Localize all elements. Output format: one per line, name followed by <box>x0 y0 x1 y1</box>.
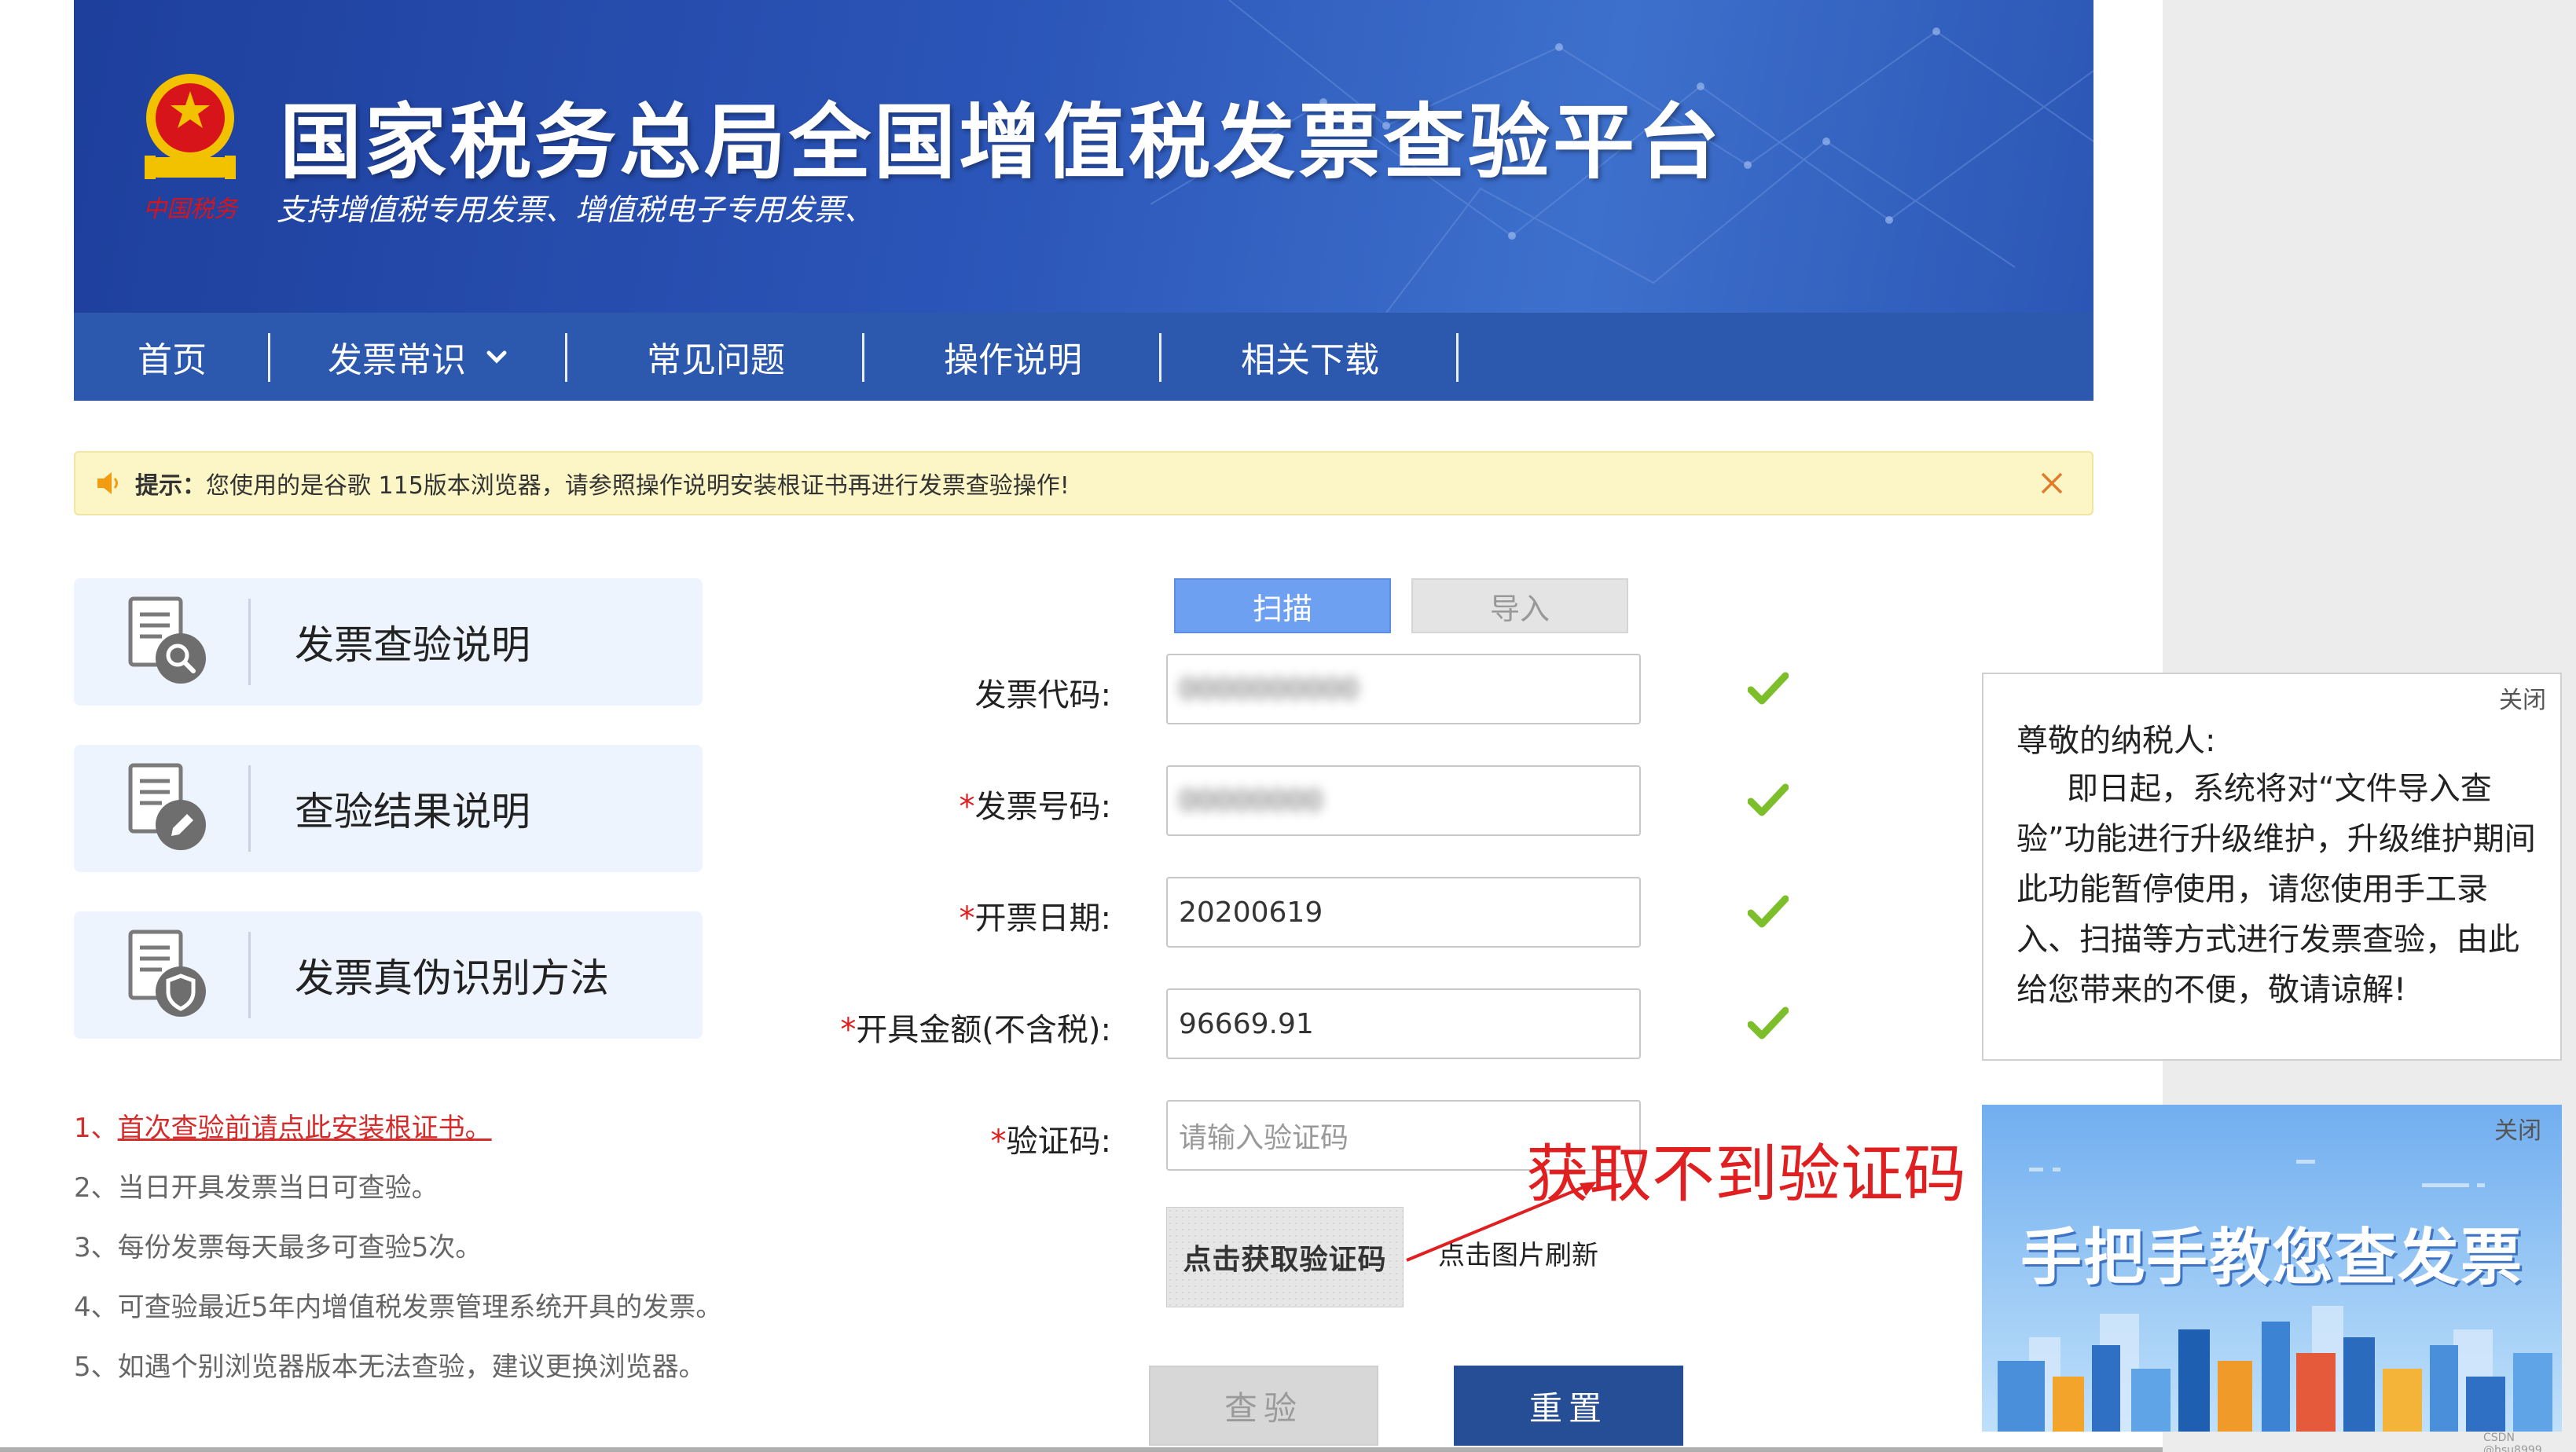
city-skyline-illustration <box>1998 1306 2552 1432</box>
notice-close-button[interactable]: 关闭 <box>2499 680 2546 715</box>
nav-item-label: 首页 <box>138 340 207 380</box>
nav-item-faq[interactable]: 常见问题 <box>567 313 864 401</box>
list-item: 5、如遇个别浏览器版本无法查验，建议更换浏览器。 <box>74 1351 706 1383</box>
notice-greeting: 尊敬的纳税人: <box>2016 723 2216 759</box>
card-result-guide[interactable]: 查验结果说明 <box>74 745 703 872</box>
query-button[interactable]: 查验 <box>1149 1366 1378 1446</box>
card-label: 查验结果说明 <box>295 789 530 834</box>
document-shield-icon <box>128 930 206 1017</box>
notice-panel: 关闭 尊敬的纳税人: 即日起，系统将对“文件导入查验”功能进行升级维护，升级维护… <box>1982 673 2562 1061</box>
notes-list: 1、首次查验前请点此安装根证书。 2、当日开具发票当日可查验。 3、每份发票每天… <box>74 1098 722 1397</box>
nav-item-label: 操作说明 <box>944 340 1082 380</box>
nav-item-home[interactable]: 首页 <box>74 313 270 401</box>
nav-divider <box>1456 333 1459 382</box>
nav-item-label: 发票常识 <box>328 340 466 380</box>
card-divider <box>248 765 251 852</box>
tip-prefix: 提示： <box>135 472 206 500</box>
speaker-icon <box>97 472 118 494</box>
captcha-image[interactable]: 点击获取验证码 <box>1166 1207 1404 1307</box>
card-invoice-check-guide[interactable]: 发票查验说明 <box>74 578 703 706</box>
promo-banner[interactable]: 关闭 手把手教您查发票 <box>1982 1105 2562 1432</box>
nav-item-label: 相关下载 <box>1241 340 1379 380</box>
bottom-border <box>0 1447 2163 1452</box>
list-item: 1、首次查验前请点此安装根证书。 <box>74 1113 492 1144</box>
list-item: 3、每份发票每天最多可查验5次。 <box>74 1232 483 1263</box>
watermark-credit: CSDN @hsu8999 <box>2483 1432 2542 1452</box>
page: 中国税务 国家税务总局全国增值税发票查验平台 支持增值税专用发票、增值税电子专用… <box>74 0 2093 1452</box>
tip-text: 您使用的是谷歌 115版本浏览器，请参照操作说明安装根证书再进行发票查验操作! <box>206 472 1070 500</box>
list-item: 4、可查验最近5年内增值税发票管理系统开具的发票。 <box>74 1292 723 1323</box>
amount-input[interactable]: 96669.91 <box>1166 988 1641 1059</box>
browser-tip-bar: 提示： 您使用的是谷歌 115版本浏览器，请参照操作说明安装根证书再进行发票查验… <box>74 451 2093 515</box>
card-authenticity-guide[interactable]: 发票真伪识别方法 <box>74 911 703 1039</box>
check-icon <box>1748 672 1789 705</box>
install-cert-link[interactable]: 首次查验前请点此安装根证书。 <box>118 1113 492 1144</box>
issue-date-input[interactable]: 20200619 <box>1166 877 1641 948</box>
invoice-code-input[interactable]: 0000000000 <box>1166 654 1641 724</box>
captcha-label: *验证码: <box>990 1124 1111 1160</box>
card-divider <box>248 932 251 1018</box>
card-divider <box>248 599 251 685</box>
svg-text:中国税务: 中国税务 <box>143 196 240 223</box>
chevron-down-icon <box>486 350 507 364</box>
site-subtitle: 支持增值税专用发票、增值税电子专用发票、 <box>277 192 875 227</box>
card-label: 发票查验说明 <box>295 622 530 668</box>
promo-decoration <box>2029 1160 2485 1187</box>
list-item: 2、当日开具发票当日可查验。 <box>74 1172 439 1204</box>
invoice-number-input[interactable]: 00000000 <box>1166 765 1641 836</box>
input-mode-tabs: 扫描 导入 <box>1174 578 1628 633</box>
invoice-number-label: *发票号码: <box>959 789 1111 825</box>
amount-label: *开具金额(不含税): <box>840 1012 1111 1048</box>
nav-item-instructions[interactable]: 操作说明 <box>864 313 1161 401</box>
annotation-text: 获取不到验证码 <box>1526 1138 1966 1211</box>
close-icon[interactable] <box>2035 467 2068 500</box>
tax-emblem-logo: 中国税务 <box>143 74 240 223</box>
reset-button[interactable]: 重置 <box>1454 1366 1683 1446</box>
document-search-icon <box>128 596 206 684</box>
promo-close-button[interactable]: 关闭 <box>2494 1111 2541 1146</box>
document-edit-icon <box>128 763 206 850</box>
tab-scan[interactable]: 扫描 <box>1174 578 1391 633</box>
nav-item-invoice-knowledge[interactable]: 发票常识 <box>270 313 567 401</box>
check-icon <box>1748 1006 1789 1040</box>
tab-import[interactable]: 导入 <box>1411 578 1628 633</box>
issue-date-label: *开票日期: <box>959 900 1111 937</box>
nav-item-downloads[interactable]: 相关下载 <box>1161 313 1459 401</box>
notice-body: 即日起，系统将对“文件导入查验”功能进行升级维护，升级维护期间此功能暂停使用，请… <box>2016 771 2536 1008</box>
check-icon <box>1748 783 1789 816</box>
card-label: 发票真伪识别方法 <box>295 955 609 1001</box>
check-icon <box>1748 895 1789 928</box>
invoice-code-label: 发票代码: <box>974 677 1111 713</box>
nav-item-label: 常见问题 <box>647 340 785 380</box>
header-banner: 中国税务 国家税务总局全国增值税发票查验平台 支持增值税专用发票、增值税电子专用… <box>74 0 2093 313</box>
main-nav: 首页 发票常识 常见问题 操作说明 相关下载 <box>74 313 2093 401</box>
site-title: 国家税务总局全国增值税发票查验平台 <box>280 94 1723 190</box>
